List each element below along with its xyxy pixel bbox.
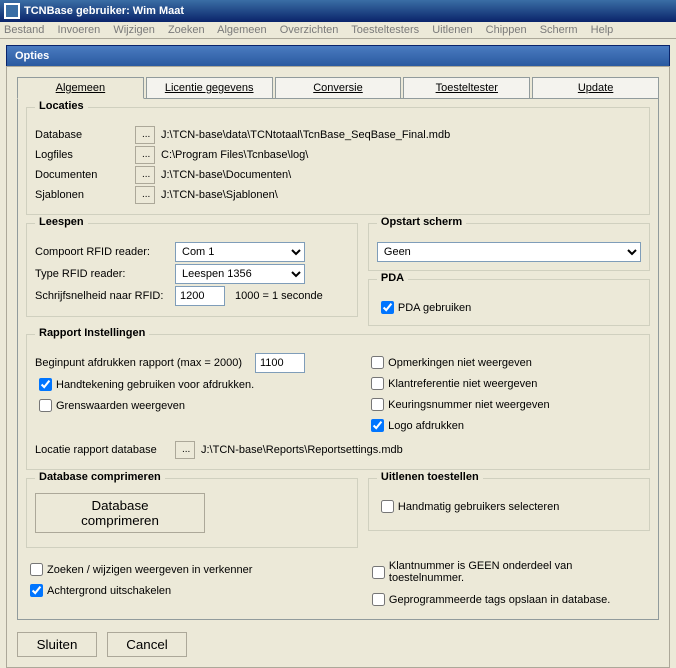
checkbox-pda-input[interactable] — [381, 301, 394, 314]
group-pda: PDA PDA gebruiken — [368, 279, 650, 326]
checkbox-tags-db-input[interactable] — [372, 593, 385, 606]
menu-chippen[interactable]: Chippen — [486, 24, 527, 36]
label-compoort: Compoort RFID reader: — [35, 246, 175, 258]
menu-uitlenen[interactable]: Uitlenen — [432, 24, 472, 36]
checkbox-pda[interactable]: PDA gebruiken — [377, 298, 471, 317]
label-schrijfsnelheid: Schrijfsnelheid naar RFID: — [35, 290, 175, 302]
menu-scherm[interactable]: Scherm — [540, 24, 578, 36]
checkbox-grenswaarden[interactable]: Grenswaarden weergeven — [35, 396, 185, 415]
label-logfiles: Logfiles — [35, 149, 135, 161]
tab-strip: Algemeen Licentie gegevens Conversie Toe… — [17, 77, 659, 99]
tab-update[interactable]: Update — [532, 77, 659, 99]
tab-conversie[interactable]: Conversie — [275, 77, 402, 99]
dialog-body: Algemeen Licentie gegevens Conversie Toe… — [6, 66, 670, 668]
tab-toesteltester[interactable]: Toesteltester — [403, 77, 530, 99]
group-locaties: Locaties Database ... J:\TCN-base\data\T… — [26, 107, 650, 215]
menu-help[interactable]: Help — [591, 24, 614, 36]
tab-panel-algemeen: Locaties Database ... J:\TCN-base\data\T… — [17, 98, 659, 620]
label-rapport-locatie: Locatie rapport database — [35, 444, 175, 456]
select-compoort[interactable]: Com 1 — [175, 242, 305, 262]
browse-rapport-locatie-button[interactable]: ... — [175, 441, 195, 459]
checkbox-handtekening-input[interactable] — [39, 378, 52, 391]
group-rapport: Rapport Instellingen Beginpunt afdrukken… — [26, 334, 650, 470]
checkbox-klantreferentie-input[interactable] — [371, 377, 384, 390]
menubar: Bestand Invoeren Wijzigen Zoeken Algemee… — [0, 22, 676, 39]
checkbox-opmerkingen-input[interactable] — [371, 356, 384, 369]
browse-documenten-button[interactable]: ... — [135, 166, 155, 184]
menu-overzichten[interactable]: Overzichten — [280, 24, 339, 36]
group-opstart: Opstart scherm Geen — [368, 223, 650, 271]
group-title-locaties: Locaties — [35, 100, 88, 112]
label-documenten: Documenten — [35, 169, 135, 181]
tab-algemeen[interactable]: Algemeen — [17, 77, 144, 99]
input-schrijfsnelheid[interactable] — [175, 286, 225, 306]
checkbox-handmatig-input[interactable] — [381, 500, 394, 513]
window-titlebar: TCNBase gebruiker: Wim Maat — [0, 0, 676, 22]
group-title-leespen: Leespen — [35, 216, 88, 228]
label-beginpunt: Beginpunt afdrukken rapport (max = 2000) — [35, 357, 255, 369]
checkbox-achtergrond-input[interactable] — [30, 584, 43, 597]
group-title-uitlenen: Uitlenen toestellen — [377, 471, 483, 483]
checkbox-achtergrond[interactable]: Achtergrond uitschakelen — [26, 581, 171, 600]
checkbox-klantreferentie[interactable]: Klantreferentie niet weergeven — [367, 374, 537, 393]
checkbox-opmerkingen[interactable]: Opmerkingen niet weergeven — [367, 353, 532, 372]
select-type-reader[interactable]: Leespen 1356 — [175, 264, 305, 284]
label-database: Database — [35, 129, 135, 141]
path-database: J:\TCN-base\data\TCNtotaal\TcnBase_SeqBa… — [161, 129, 450, 141]
checkbox-keuringsnummer[interactable]: Keuringsnummer niet weergeven — [367, 395, 549, 414]
dialog-title: Opties — [6, 45, 670, 66]
menu-invoeren[interactable]: Invoeren — [57, 24, 100, 36]
checkbox-grenswaarden-input[interactable] — [39, 399, 52, 412]
checkbox-klantnummer[interactable]: Klantnummer is GEEN onderdeel van toeste… — [368, 560, 650, 584]
app-icon — [4, 3, 20, 19]
menu-zoeken[interactable]: Zoeken — [168, 24, 205, 36]
group-title-opstart: Opstart scherm — [377, 216, 466, 228]
checkbox-handtekening[interactable]: Handtekening gebruiken voor afdrukken. — [35, 375, 254, 394]
label-schrijf-hint: 1000 = 1 seconde — [235, 290, 323, 302]
menu-wijzigen[interactable]: Wijzigen — [113, 24, 155, 36]
path-logfiles: C:\Program Files\Tcnbase\log\ — [161, 149, 308, 161]
browse-logfiles-button[interactable]: ... — [135, 146, 155, 164]
path-rapport-locatie: J:\TCN-base\Reports\Reportsettings.mdb — [201, 444, 403, 456]
group-dbcomp: Database comprimeren Database comprimere… — [26, 478, 358, 548]
button-db-comprimeren[interactable]: Database comprimeren — [35, 493, 205, 533]
label-sjablonen: Sjablonen — [35, 189, 135, 201]
select-opstart[interactable]: Geen — [377, 242, 641, 262]
browse-database-button[interactable]: ... — [135, 126, 155, 144]
checkbox-zoeken-verkenner-input[interactable] — [30, 563, 43, 576]
checkbox-zoeken-verkenner[interactable]: Zoeken / wijzigen weergeven in verkenner — [26, 560, 252, 579]
button-sluiten[interactable]: Sluiten — [17, 632, 97, 657]
checkbox-keuringsnummer-input[interactable] — [371, 398, 384, 411]
menu-algemeen[interactable]: Algemeen — [217, 24, 267, 36]
checkbox-handmatig[interactable]: Handmatig gebruikers selecteren — [377, 497, 559, 516]
menu-toesteltesters[interactable]: Toesteltesters — [351, 24, 419, 36]
checkbox-klantnummer-input[interactable] — [372, 566, 385, 579]
input-beginpunt[interactable] — [255, 353, 305, 373]
label-type-reader: Type RFID reader: — [35, 268, 175, 280]
group-uitlenen: Uitlenen toestellen Handmatig gebruikers… — [368, 478, 650, 531]
path-sjablonen: J:\TCN-base\Sjablonen\ — [161, 189, 278, 201]
group-title-rapport: Rapport Instellingen — [35, 327, 149, 339]
group-title-dbcomp: Database comprimeren — [35, 471, 165, 483]
checkbox-tags-db[interactable]: Geprogrammeerde tags opslaan in database… — [368, 590, 610, 609]
browse-sjablonen-button[interactable]: ... — [135, 186, 155, 204]
button-cancel[interactable]: Cancel — [107, 632, 187, 657]
group-leespen: Leespen Compoort RFID reader: Com 1 Type… — [26, 223, 358, 317]
group-title-pda: PDA — [377, 272, 408, 284]
tab-licentie[interactable]: Licentie gegevens — [146, 77, 273, 99]
checkbox-logo-input[interactable] — [371, 419, 384, 432]
window-title: TCNBase gebruiker: Wim Maat — [24, 0, 184, 22]
menu-bestand[interactable]: Bestand — [4, 24, 44, 36]
checkbox-logo[interactable]: Logo afdrukken — [367, 416, 464, 435]
path-documenten: J:\TCN-base\Documenten\ — [161, 169, 291, 181]
